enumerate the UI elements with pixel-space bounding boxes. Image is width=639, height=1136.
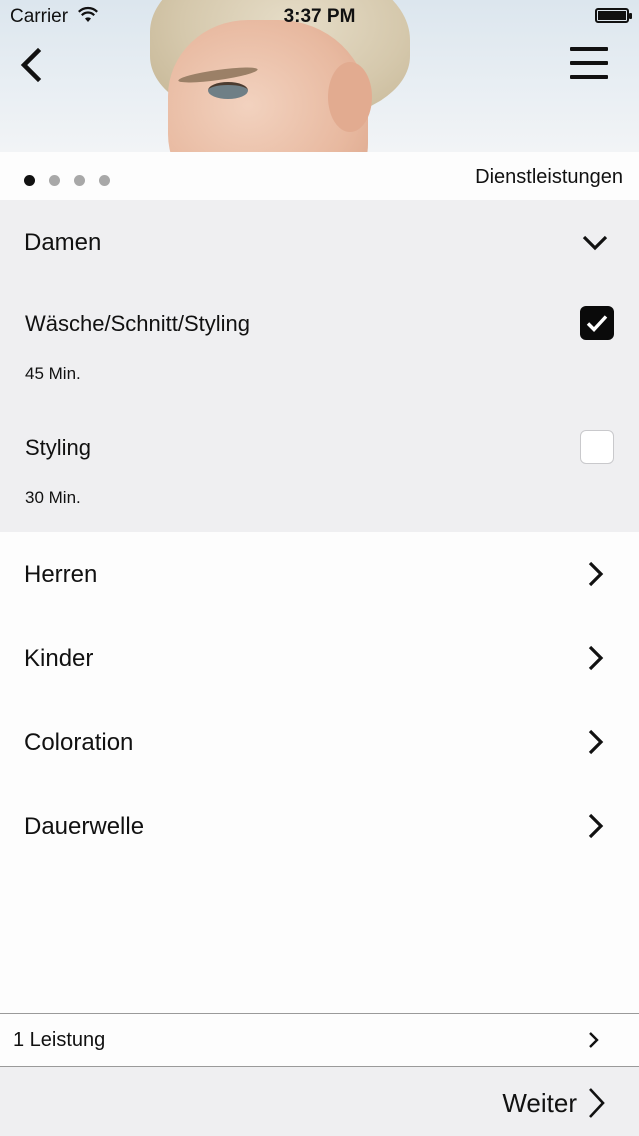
service-duration: 30 Min. xyxy=(25,488,81,507)
category-label: Dauerwelle xyxy=(24,813,145,840)
chevron-right-icon xyxy=(589,1032,599,1048)
section-title: Dienstleistungen xyxy=(475,166,623,188)
category-row-dauerwelle[interactable]: Dauerwelle xyxy=(0,784,639,868)
category-label: Coloration xyxy=(24,729,134,756)
chevron-down-icon xyxy=(582,235,608,251)
chevron-right-icon xyxy=(588,561,604,587)
chevron-right-icon xyxy=(588,729,604,755)
selection-summary-bar[interactable]: 1 Leistung xyxy=(0,1013,639,1067)
category-header-damen[interactable]: Damen xyxy=(0,200,639,284)
chevron-right-icon xyxy=(588,645,604,671)
selection-count-label: 1 Leistung xyxy=(13,1029,106,1051)
chevron-right-icon xyxy=(589,1088,605,1118)
battery-icon xyxy=(595,8,632,23)
category-label: Kinder xyxy=(24,645,94,672)
service-item[interactable]: Styling 30 Min. xyxy=(0,414,639,524)
footer-bar: Weiter xyxy=(0,1067,639,1136)
category-label: Damen xyxy=(24,229,102,256)
checkmark-icon xyxy=(586,315,608,332)
service-checkbox-unchecked[interactable] xyxy=(580,430,614,464)
category-row-herren[interactable]: Herren xyxy=(0,532,639,616)
service-name: Wäsche/Schnitt/Styling xyxy=(25,311,250,336)
next-button-label: Weiter xyxy=(502,1087,577,1118)
page-indicator-row: Dienstleistungen xyxy=(0,152,639,200)
service-item[interactable]: Wäsche/Schnitt/Styling 45 Min. xyxy=(0,290,639,400)
chevron-right-icon xyxy=(588,813,604,839)
category-row-kinder[interactable]: Kinder xyxy=(0,616,639,700)
back-chevron-icon[interactable] xyxy=(12,45,52,85)
clock: 3:37 PM xyxy=(283,6,356,27)
category-row-coloration[interactable]: Coloration xyxy=(0,700,639,784)
hamburger-menu-icon[interactable] xyxy=(566,44,610,84)
page-dot xyxy=(49,175,60,186)
category-expanded-damen: Damen Wäsche/Schnitt/Styling 45 Min. Sty… xyxy=(0,200,639,532)
service-checkbox-checked[interactable] xyxy=(580,306,614,340)
next-button[interactable]: Weiter xyxy=(502,1083,607,1123)
service-duration: 45 Min. xyxy=(25,364,81,383)
page-dot xyxy=(99,175,110,186)
page-dot xyxy=(74,175,85,186)
category-label: Herren xyxy=(24,561,98,588)
page-dot-active xyxy=(24,175,35,186)
status-bar: Carrier 3:37 PM xyxy=(0,0,639,34)
service-name: Styling xyxy=(25,435,92,460)
